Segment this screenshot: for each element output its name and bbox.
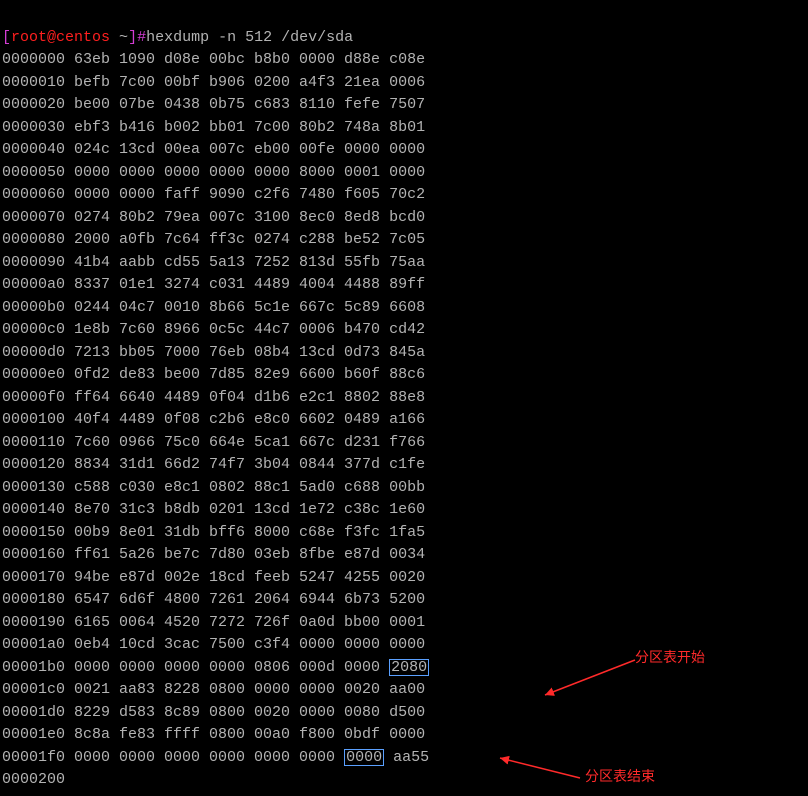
hex-row: 0000060 0000 0000 faff 9090 c2f6 7480 f6…: [2, 186, 425, 203]
hex-row: 00000b0 0244 04c7 0010 8b66 5c1e 667c 5c…: [2, 299, 425, 316]
hex-row: 0000190 6165 0064 4520 7272 726f 0a0d bb…: [2, 614, 425, 631]
hex-row: 0000000 63eb 1090 d08e 00bc b8b0 0000 d8…: [2, 51, 425, 68]
hex-row: 0000080 2000 a0fb 7c64 ff3c 0274 c288 be…: [2, 231, 425, 248]
highlighted-word: 0000: [344, 749, 384, 766]
highlighted-word: 2080: [389, 659, 429, 676]
annotation-start: 分区表开始: [635, 647, 705, 668]
hex-row: 00001e0 8c8a fe83 ffff 0800 00a0 f800 0b…: [2, 726, 425, 743]
hex-row: 0000110 7c60 0966 75c0 664e 5ca1 667c d2…: [2, 434, 425, 451]
hex-row: 0000180 6547 6d6f 4800 7261 2064 6944 6b…: [2, 591, 425, 608]
annotation-end: 分区表结束: [585, 766, 655, 787]
hex-row: 0000090 41b4 aabb cd55 5a13 7252 813d 55…: [2, 254, 425, 271]
hex-row: 00000f0 ff64 6640 4489 0f04 d1b6 e2c1 88…: [2, 389, 425, 406]
hex-row: 00000d0 7213 bb05 7000 76eb 08b4 13cd 0d…: [2, 344, 425, 361]
hex-row: 0000170 94be e87d 002e 18cd feeb 5247 42…: [2, 569, 425, 586]
hex-row: 00001a0 0eb4 10cd 3cac 7500 c3f4 0000 00…: [2, 636, 425, 653]
user-host: root@centos: [11, 29, 110, 46]
hex-row: 0000050 0000 0000 0000 0000 0000 8000 00…: [2, 164, 425, 181]
hex-row: 0000040 024c 13cd 00ea 007c eb00 00fe 00…: [2, 141, 425, 158]
hex-row: 0000010 befb 7c00 00bf b906 0200 a4f3 21…: [2, 74, 425, 91]
hex-row: 0000150 00b9 8e01 31db bff6 8000 c68e f3…: [2, 524, 425, 541]
hex-row: 0000200: [2, 771, 65, 788]
hex-row: 00000c0 1e8b 7c60 8966 0c5c 44c7 0006 b4…: [2, 321, 425, 338]
hex-row: 0000130 c588 c030 e8c1 0802 88c1 5ad0 c6…: [2, 479, 425, 496]
hex-row: 0000020 be00 07be 0438 0b75 c683 8110 fe…: [2, 96, 425, 113]
hex-row: 0000030 ebf3 b416 b002 bb01 7c00 80b2 74…: [2, 119, 425, 136]
hex-row: 00000a0 8337 01e1 3274 c031 4489 4004 44…: [2, 276, 425, 293]
terminal-output: [root@centos ~]#hexdump -n 512 /dev/sda …: [0, 0, 808, 796]
hexdump-body: 0000000 63eb 1090 d08e 00bc b8b0 0000 d8…: [2, 49, 806, 792]
hex-row: 0000070 0274 80b2 79ea 007c 3100 8ec0 8e…: [2, 209, 425, 226]
hex-row: 0000160 ff61 5a26 be7c 7d80 03eb 8fbe e8…: [2, 546, 425, 563]
hex-row: 0000140 8e70 31c3 b8db 0201 13cd 1e72 c3…: [2, 501, 425, 518]
hex-row: 00001d0 8229 d583 8c89 0800 0020 0000 00…: [2, 704, 425, 721]
bracket-open: [: [2, 29, 11, 46]
hex-row: 00001f0 0000 0000 0000 0000 0000 0000 00…: [2, 749, 429, 766]
hex-row: 0000120 8834 31d1 66d2 74f7 3b04 0844 37…: [2, 456, 425, 473]
hex-row: 00001b0 0000 0000 0000 0000 0806 000d 00…: [2, 659, 429, 676]
hex-row: 00001c0 0021 aa83 8228 0800 0000 0000 00…: [2, 681, 425, 698]
prompt: [root@centos ~]#: [2, 29, 146, 46]
hex-row: 00000e0 0fd2 de83 be00 7d85 82e9 6600 b6…: [2, 366, 425, 383]
hex-row: 0000100 40f4 4489 0f08 c2b6 e8c0 6602 04…: [2, 411, 425, 428]
cwd: ~: [110, 29, 128, 46]
hash: #: [137, 29, 146, 46]
command-text: hexdump -n 512 /dev/sda: [146, 29, 353, 46]
bracket-close: ]: [128, 29, 137, 46]
